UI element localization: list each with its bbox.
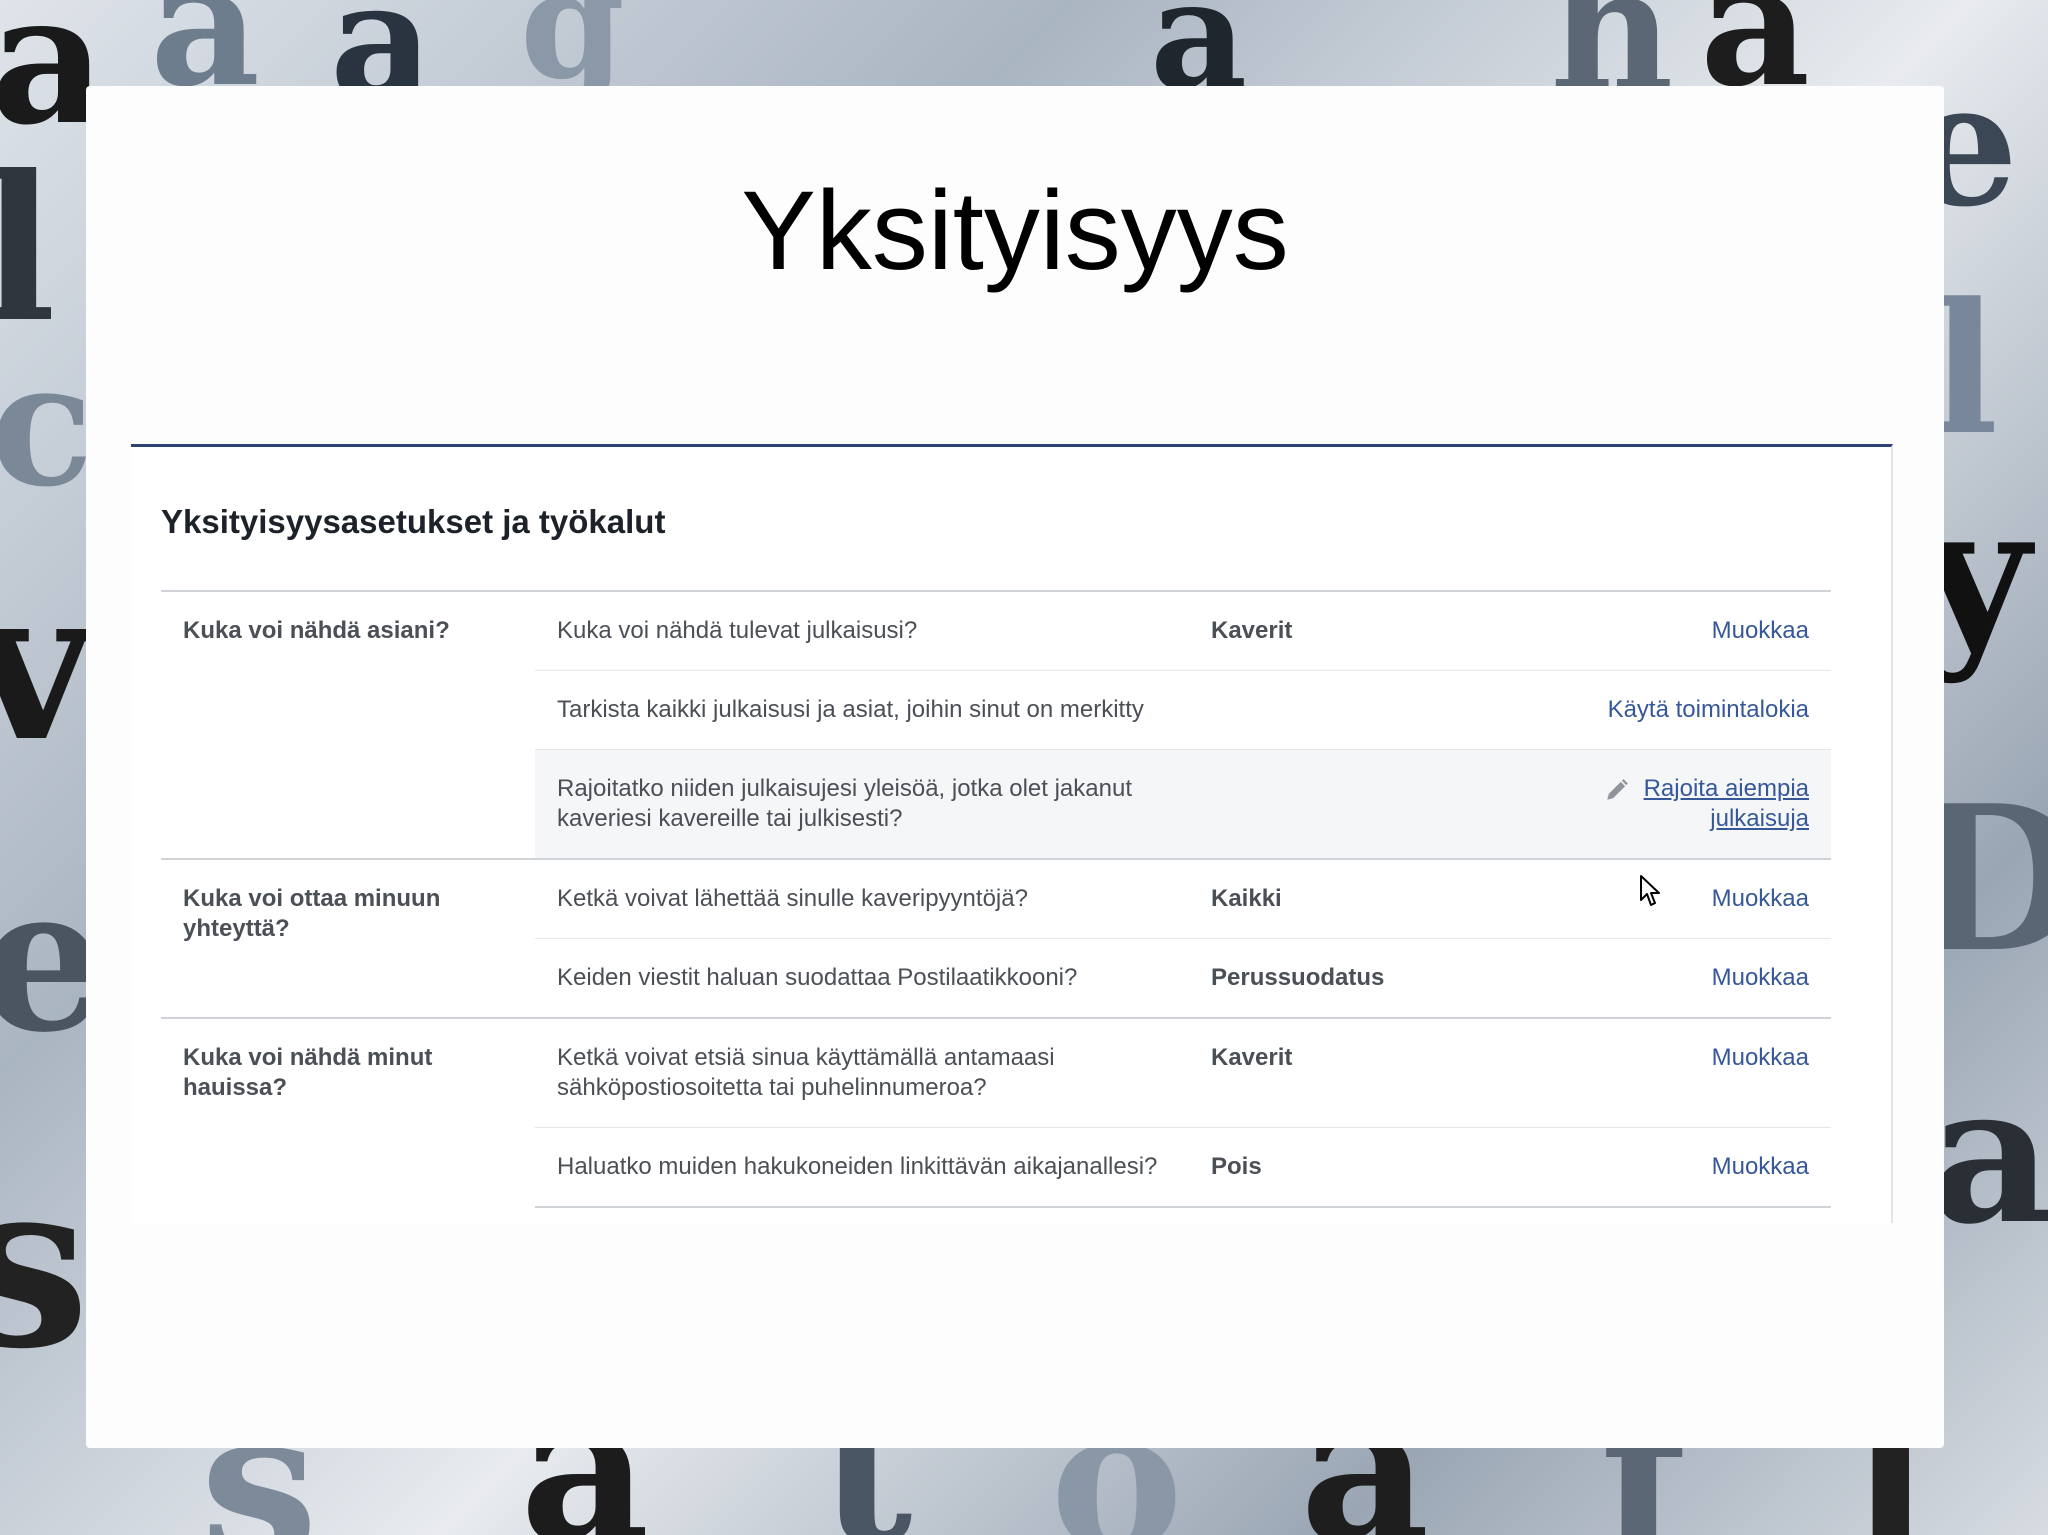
edit-link[interactable]: Muokkaa [1712, 964, 1809, 991]
edit-link[interactable]: Muokkaa [1712, 1044, 1809, 1071]
setting-value [1189, 670, 1513, 750]
setting-value: Pois [1189, 1127, 1513, 1208]
privacy-settings-panel: Yksityisyysasetukset ja työkalut Kuka vo… [131, 444, 1893, 1223]
setting-question: Tarkista kaikki julkaisusi ja asiat, joi… [535, 670, 1189, 750]
slide-title: Yksityisyys [741, 168, 1289, 293]
setting-question: Rajoitatko niiden julkaisujesi yleisöä, … [535, 749, 1189, 859]
setting-value: Perussuodatus [1189, 938, 1513, 1018]
table-row: Kuka voi nähdä asiani? Kuka voi nähdä tu… [161, 590, 1831, 859]
setting-value: Kaikki [1189, 858, 1513, 939]
setting-question: Kuka voi nähdä tulevat julkaisusi? [535, 590, 1189, 671]
activity-log-link[interactable]: Käytä toimintalokia [1608, 696, 1809, 723]
table-row: Kuka voi nähdä minut hauissa? Ketkä voiv… [161, 1017, 1831, 1207]
setting-question: Keiden viestit haluan suodattaa Postilaa… [535, 938, 1189, 1018]
setting-value: Kaverit [1189, 590, 1513, 671]
panel-heading: Yksityisyysasetukset ja työkalut [161, 503, 666, 540]
pencil-icon [1606, 778, 1628, 800]
slide: Yksityisyys Yksityisyysasetukset ja työk… [86, 86, 1944, 1448]
table-row: Kuka voi ottaa minuun yhteyttä? Ketkä vo… [161, 858, 1831, 1018]
setting-question: Ketkä voivat etsiä sinua käyttämällä ant… [535, 1017, 1189, 1128]
setting-value [1189, 749, 1513, 859]
edit-link[interactable]: Muokkaa [1712, 617, 1809, 644]
limit-past-posts-link[interactable]: Rajoita aiempia julkaisuja [1644, 775, 1809, 832]
edit-link[interactable]: Muokkaa [1712, 885, 1809, 912]
mouse-cursor-icon [1640, 875, 1660, 906]
edit-link[interactable]: Muokkaa [1712, 1153, 1809, 1180]
category-label: Kuka voi ottaa minuun yhteyttä? [161, 858, 535, 1018]
privacy-settings-table: Kuka voi nähdä asiani? Kuka voi nähdä tu… [161, 590, 1831, 1208]
setting-question: Ketkä voivat lähettää sinulle kaveripyyn… [535, 858, 1189, 939]
setting-value: Kaverit [1189, 1017, 1513, 1128]
category-label: Kuka voi nähdä minut hauissa? [161, 1017, 535, 1207]
setting-question: Haluatko muiden hakukoneiden linkittävän… [535, 1127, 1189, 1208]
category-label: Kuka voi nähdä asiani? [161, 590, 535, 859]
